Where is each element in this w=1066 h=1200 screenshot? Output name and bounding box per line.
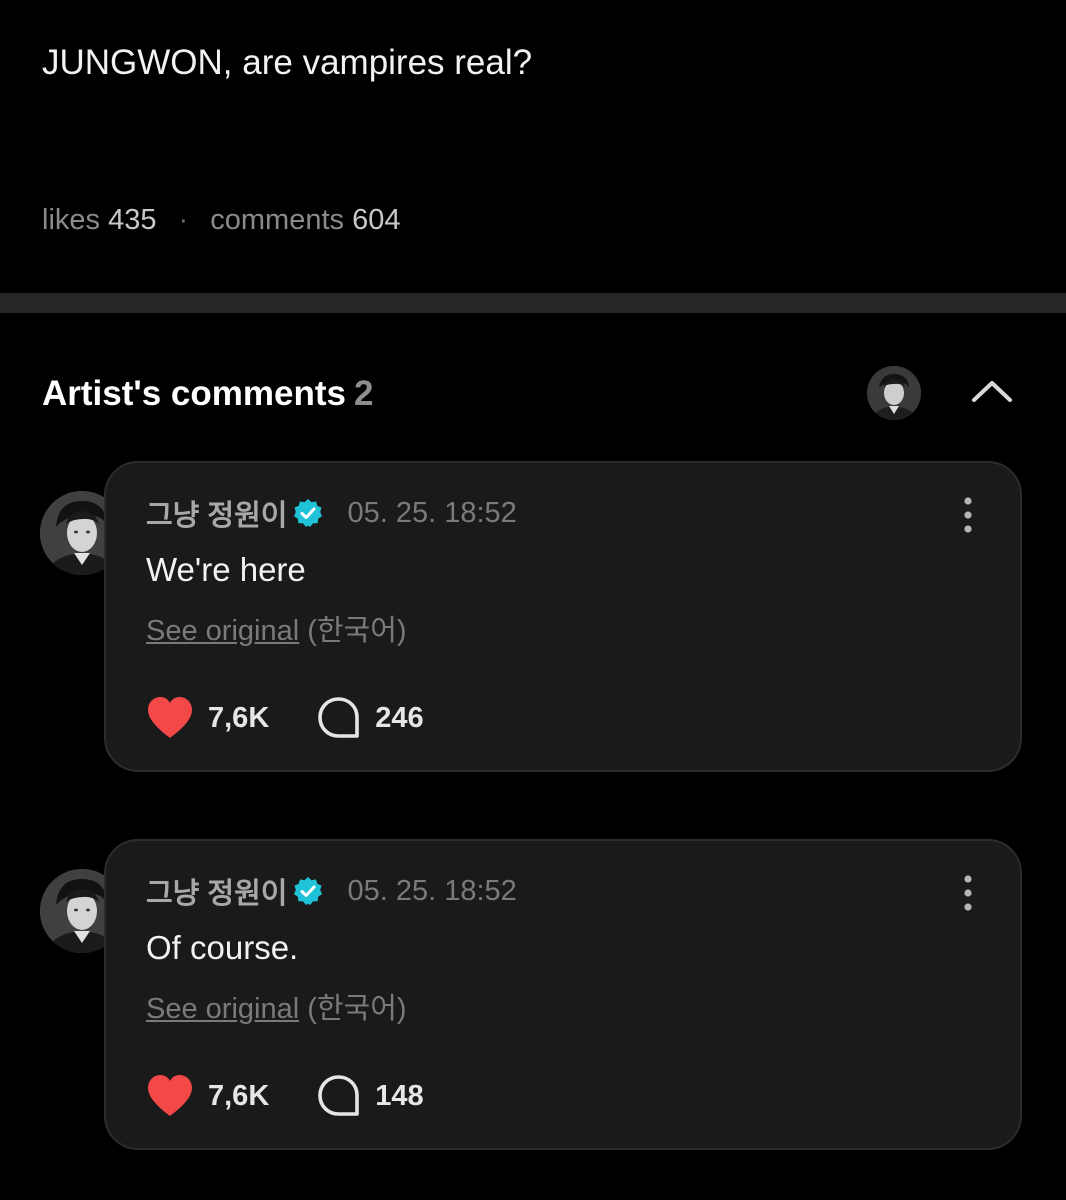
reply-count: 246 — [375, 701, 424, 734]
like-count: 7,6K — [208, 1079, 270, 1112]
section-divider — [0, 293, 1066, 313]
artist-comments-title: Artist's comments 2 — [42, 372, 373, 416]
post-stats: likes 435 · comments 604 — [42, 200, 400, 240]
verified-badge-icon — [293, 876, 323, 906]
comments-count: 604 — [352, 204, 401, 236]
reply-count: 148 — [375, 1079, 424, 1112]
artist-comments-count: 2 — [353, 374, 374, 413]
likes-label: likes — [42, 204, 101, 236]
more-vertical-icon — [964, 875, 972, 911]
stats-separator: · — [178, 204, 189, 236]
like-count: 7,6K — [208, 701, 270, 734]
like-button[interactable]: 7,6K — [146, 696, 269, 740]
speech-bubble-icon — [318, 1075, 360, 1116]
see-original-row: See original (한국어) — [146, 611, 407, 651]
comment-text: We're here — [146, 551, 306, 588]
reply-button[interactable]: 246 — [317, 696, 424, 740]
comment-card: 그냥 정원이 05. 25. 18:52 Of course. See orig… — [104, 839, 1022, 1150]
comment-author[interactable]: 그냥 정원이 — [146, 492, 287, 534]
original-language: (한국어) — [307, 615, 407, 647]
post-title: JUNGWON, are vampires real? — [42, 43, 533, 82]
likes-count: 435 — [108, 204, 157, 236]
original-language: (한국어) — [307, 993, 407, 1025]
heart-icon — [148, 697, 192, 738]
see-original-row: See original (한국어) — [146, 989, 407, 1029]
comment-time: 05. 25. 18:52 — [347, 496, 517, 529]
artist-avatar[interactable] — [867, 366, 921, 420]
comment-time: 05. 25. 18:52 — [347, 874, 517, 907]
comment-card: 그냥 정원이 05. 25. 18:52 We're here See orig… — [104, 461, 1022, 772]
comment-text: Of course. — [146, 929, 299, 966]
more-options-button[interactable] — [956, 873, 980, 913]
artist-comments-label: Artist's comments — [42, 374, 346, 413]
chevron-up-icon — [972, 381, 1012, 402]
comment-meta: 그냥 정원이 05. 25. 18:52 — [146, 871, 517, 911]
collapse-button[interactable] — [966, 370, 1018, 414]
comment-actions: 7,6K 148 — [146, 1073, 424, 1119]
see-original-link[interactable]: See original — [146, 615, 299, 647]
verified-badge-icon — [293, 498, 323, 528]
like-button[interactable]: 7,6K — [146, 1074, 269, 1118]
reply-button[interactable]: 148 — [317, 1074, 424, 1118]
heart-icon — [148, 1075, 192, 1116]
comment-actions: 7,6K 246 — [146, 695, 424, 741]
comment-author[interactable]: 그냥 정원이 — [146, 870, 287, 912]
speech-bubble-icon — [318, 697, 360, 738]
comments-label: comments — [210, 204, 345, 236]
see-original-link[interactable]: See original — [146, 993, 299, 1025]
more-vertical-icon — [964, 497, 972, 533]
comment-meta: 그냥 정원이 05. 25. 18:52 — [146, 493, 517, 533]
more-options-button[interactable] — [956, 495, 980, 535]
